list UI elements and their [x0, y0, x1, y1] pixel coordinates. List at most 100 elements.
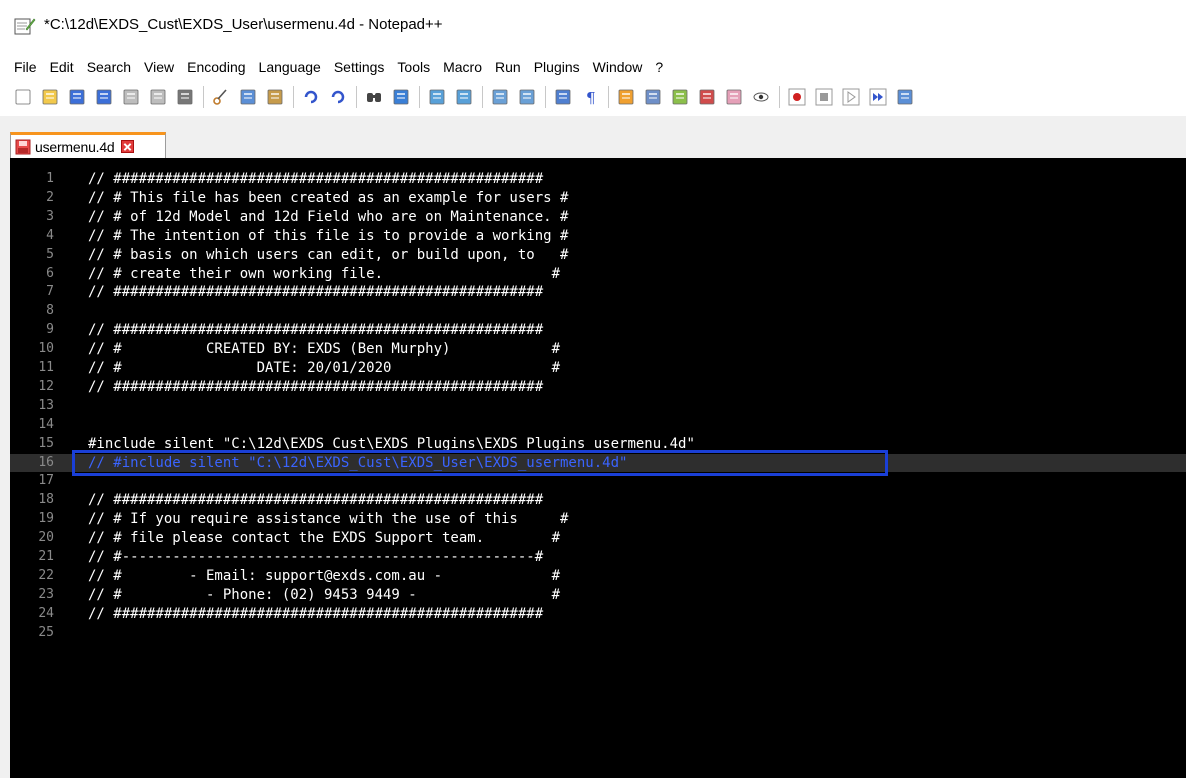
line-text: // # If you require assistance with the … [88, 511, 569, 528]
record-macro-icon[interactable] [786, 86, 808, 108]
show-all-chars-icon[interactable]: ¶ [579, 86, 601, 108]
line-text: // #####################################… [88, 171, 544, 187]
save-icon[interactable] [66, 86, 88, 108]
new-file-icon[interactable] [12, 86, 34, 108]
code-line[interactable]: 3 // # of 12d Model and 12d Field who are… [10, 208, 1186, 226]
code-line[interactable]: 18 // ###################################… [10, 491, 1186, 509]
close-tab-icon[interactable] [120, 140, 134, 153]
menu-item-help[interactable]: ? [649, 59, 669, 75]
play-macro-icon[interactable] [840, 86, 862, 108]
code-line[interactable]: 5 // # basis on which users can edit, or … [10, 246, 1186, 264]
print-icon[interactable] [174, 86, 196, 108]
line-number: 12 [38, 378, 54, 394]
user-lang-icon[interactable] [642, 86, 664, 108]
code-line[interactable]: 23 // # - Phone: (02) 9453 9449 - # [10, 586, 1186, 604]
code-line[interactable]: 13 [10, 397, 1186, 415]
zoom-out-icon[interactable] [453, 86, 475, 108]
monitor-icon[interactable] [750, 86, 772, 108]
cut-icon[interactable] [210, 86, 232, 108]
line-number: 9 [46, 322, 54, 338]
doc-map-icon[interactable] [669, 86, 691, 108]
code-line[interactable]: 9 // ####################################… [10, 321, 1186, 339]
code-line[interactable]: 24 // ###################################… [10, 605, 1186, 623]
line-number: 22 [38, 567, 54, 583]
code-line[interactable]: 4 // # The intention of this file is to p… [10, 227, 1186, 245]
menu-item-settings[interactable]: Settings [328, 59, 391, 75]
sync-vertical-icon[interactable] [489, 86, 511, 108]
line-number: 20 [38, 530, 54, 546]
menu-item-tools[interactable]: Tools [391, 59, 436, 75]
title-bar: *C:\12d\EXDS_Cust\EXDS_User\usermenu.4d … [0, 0, 1186, 46]
menu-item-macro[interactable]: Macro [437, 59, 488, 75]
close-icon[interactable] [120, 86, 142, 108]
stop-record-icon[interactable] [813, 86, 835, 108]
line-text: // # - Phone: (02) 9453 9449 - # [88, 586, 561, 603]
open-file-icon[interactable] [39, 86, 61, 108]
close-all-icon[interactable] [147, 86, 169, 108]
code-line[interactable]: 22 // # - Email: support@exds.com.au - # [10, 567, 1186, 585]
code-line[interactable]: 25 [10, 624, 1186, 642]
code-line[interactable]: 10 // # CREATED BY: EXDS (Ben Murphy) # [10, 340, 1186, 358]
redo-icon[interactable] [327, 86, 349, 108]
line-text: // # of 12d Model and 12d Field who are … [88, 208, 569, 225]
code-line[interactable]: 7 // ####################################… [10, 283, 1186, 301]
run-macro-multiple-icon[interactable] [867, 86, 889, 108]
line-number: 4 [46, 227, 54, 243]
menu-item-file[interactable]: File [8, 59, 43, 75]
code-line[interactable]: 2 // # This file has been created as an e… [10, 189, 1186, 207]
toolbar-separator [293, 86, 294, 108]
sync-horizontal-icon[interactable] [516, 86, 538, 108]
line-number: 17 [38, 473, 54, 489]
save-macro-icon[interactable] [894, 86, 916, 108]
line-number: 18 [38, 492, 54, 508]
code-line[interactable]: 14 [10, 416, 1186, 434]
code-line[interactable]: 20 // # file please contact the EXDS Supp… [10, 529, 1186, 547]
menu-item-window[interactable]: Window [587, 59, 649, 75]
line-number: 13 [38, 397, 54, 413]
copy-icon[interactable] [237, 86, 259, 108]
indent-guide-icon[interactable] [615, 86, 637, 108]
menu-item-language[interactable]: Language [253, 59, 327, 75]
toolbar-separator [203, 86, 204, 108]
line-number: 2 [46, 189, 54, 205]
code-line[interactable]: 8 [10, 302, 1186, 320]
line-text: // #####################################… [88, 284, 544, 301]
function-list-icon[interactable] [696, 86, 718, 108]
menu-item-plugins[interactable]: Plugins [528, 59, 586, 75]
code-line[interactable]: 6 // # create their own working file. # [10, 265, 1186, 283]
menu-item-view[interactable]: View [138, 59, 180, 75]
menu-item-run[interactable]: Run [489, 59, 527, 75]
notepad-plus-plus-icon [14, 18, 36, 35]
zoom-in-icon[interactable] [426, 86, 448, 108]
replace-icon[interactable] [390, 86, 412, 108]
paste-icon[interactable] [264, 86, 286, 108]
line-text: // #------------------------------------… [88, 549, 544, 565]
toolbar-separator [779, 86, 780, 108]
code-line[interactable]: 19 // # If you require assistance with th… [10, 510, 1186, 528]
line-number: 23 [38, 586, 54, 602]
line-number: 1 [46, 171, 54, 186]
code-line[interactable]: 1 // ####################################… [10, 170, 1186, 188]
code-editor[interactable]: 1 // ####################################… [10, 158, 1186, 778]
window-title: *C:\12d\EXDS_Cust\EXDS_User\usermenu.4d … [44, 16, 443, 33]
code-line[interactable]: 21 // #----------------------------------… [10, 548, 1186, 566]
word-wrap-icon[interactable] [552, 86, 574, 108]
menu-item-search[interactable]: Search [81, 59, 137, 75]
menu-item-encoding[interactable]: Encoding [181, 59, 251, 75]
code-line[interactable]: 12 // ###################################… [10, 378, 1186, 396]
line-text: // # This file has been created as an ex… [88, 189, 569, 206]
line-number: 14 [38, 416, 54, 432]
folder-workspace-icon[interactable] [723, 86, 745, 108]
find-icon[interactable] [363, 86, 385, 108]
line-number: 11 [38, 360, 54, 375]
line-number: 25 [38, 624, 54, 640]
left-margin [0, 158, 10, 778]
code-line[interactable]: 11 // # DATE: 20/01/2020 # [10, 359, 1186, 377]
save-all-icon[interactable] [93, 86, 115, 108]
undo-icon[interactable] [300, 86, 322, 108]
menu-item-edit[interactable]: Edit [44, 59, 80, 75]
line-number: 8 [46, 303, 54, 319]
tab-usermenu[interactable]: usermenu.4d [10, 132, 166, 158]
toolbar-separator [356, 86, 357, 108]
line-text: // # basis on which users can edit, or b… [88, 246, 569, 263]
